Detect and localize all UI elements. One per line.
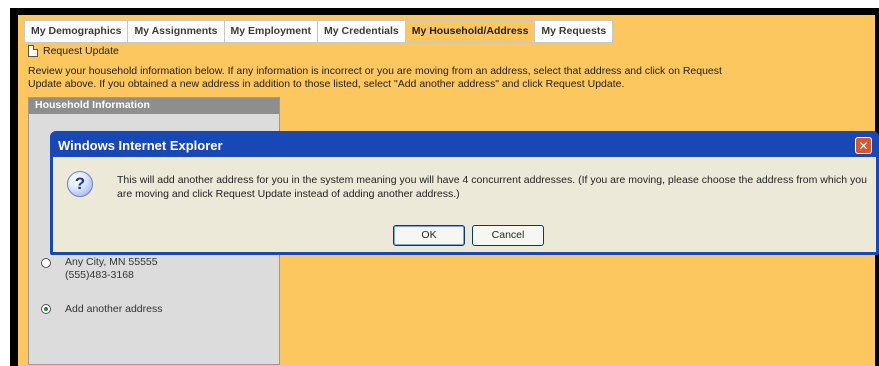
address-phone: (555)483-3168 bbox=[65, 269, 134, 281]
close-icon[interactable]: ✕ bbox=[855, 136, 872, 154]
tab-my-requests[interactable]: My Requests bbox=[535, 21, 614, 42]
address-radio[interactable] bbox=[41, 258, 51, 268]
tab-my-assignments[interactable]: My Assignments bbox=[128, 21, 225, 42]
application-window: My Demographics My Assignments My Employ… bbox=[10, 8, 879, 366]
document-icon bbox=[28, 45, 38, 57]
cancel-button[interactable]: Cancel bbox=[472, 225, 544, 246]
instructions-line-1: Review your household information below.… bbox=[28, 65, 722, 77]
dialog-title: Windows Internet Explorer bbox=[58, 137, 223, 153]
instructions-line-2: Update above. If you obtained a new addr… bbox=[28, 78, 625, 90]
household-information-header: Household Information bbox=[29, 98, 279, 114]
instructions-text: Review your household information below.… bbox=[28, 65, 828, 91]
tab-bar: My Demographics My Assignments My Employ… bbox=[24, 20, 615, 43]
address-entry: Any City, MN 55555 (555)483-3168 bbox=[65, 256, 158, 282]
dialog-titlebar[interactable]: Windows Internet Explorer ✕ bbox=[53, 134, 876, 156]
left-border bbox=[10, 8, 18, 366]
address-city: Any City, MN 55555 bbox=[65, 256, 158, 268]
add-another-address-radio[interactable] bbox=[41, 304, 51, 314]
request-update-label: Request Update bbox=[43, 45, 119, 57]
ok-button[interactable]: OK bbox=[393, 225, 465, 246]
tab-my-demographics[interactable]: My Demographics bbox=[25, 21, 129, 42]
add-another-address-label: Add another address bbox=[65, 303, 163, 315]
tab-my-household-address[interactable]: My Household/Address bbox=[405, 21, 536, 42]
question-icon: ? bbox=[67, 171, 93, 197]
top-border bbox=[10, 8, 879, 15]
dialog-body: ? This will add another address for you … bbox=[53, 157, 876, 252]
confirm-dialog: Windows Internet Explorer ✕ ? This will … bbox=[50, 131, 879, 255]
tab-my-employment[interactable]: My Employment bbox=[224, 21, 319, 42]
tab-my-credentials[interactable]: My Credentials bbox=[318, 21, 406, 42]
dialog-message: This will add another address for you in… bbox=[117, 174, 867, 200]
request-update-button[interactable]: Request Update bbox=[28, 45, 119, 57]
